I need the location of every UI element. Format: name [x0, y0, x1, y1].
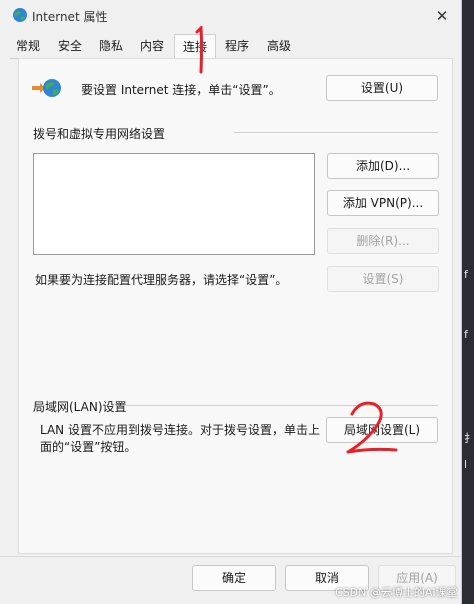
lan-description-line1: LAN 设置不应用到拨号连接。对于拨号设置，单击上 — [40, 423, 320, 437]
close-button[interactable]: ✕ — [430, 5, 454, 27]
annotation-mark-2 — [346, 401, 398, 454]
ok-button[interactable]: 确定 — [192, 565, 276, 591]
setup-instruction: 要设置 Internet 连接，单击“设置”。 — [81, 83, 281, 97]
globe-network-icon — [32, 79, 61, 97]
dialup-vpn-heading: 拨号和虚拟专用网络设置 — [33, 127, 166, 141]
internet-globe-icon — [13, 8, 27, 22]
background-window-strip — [462, 0, 474, 604]
internet-properties-dialog: Internet 属性 ✕ 常规 安全 隐私 内容 连接 程序 高级 要设置 I… — [0, 0, 462, 604]
tab-security[interactable]: 安全 — [51, 36, 89, 56]
background-char: l — [464, 458, 468, 471]
remove-connection-button[interactable]: 删除(R)... — [327, 228, 439, 254]
tab-content[interactable]: 内容 — [133, 36, 171, 56]
dialup-group-divider — [234, 132, 438, 133]
lan-heading: 局域网(LAN)设置 — [33, 400, 127, 414]
background-char: f — [464, 268, 468, 281]
window-title: Internet 属性 — [32, 10, 108, 24]
background-char: 扌 — [464, 432, 474, 445]
tab-privacy[interactable]: 隐私 — [92, 36, 130, 56]
footer-divider — [0, 556, 461, 557]
watermark-text: CSDN @云博士的AI课堂 — [335, 586, 458, 599]
title-bar: Internet 属性 ✕ — [0, 0, 461, 32]
add-vpn-button[interactable]: 添加 VPN(P)... — [327, 190, 439, 216]
tab-general[interactable]: 常规 — [10, 36, 46, 56]
annotation-mark-1 — [195, 26, 203, 74]
lan-description-line2: 面的“设置”按钮。 — [40, 440, 137, 454]
connections-listbox[interactable] — [33, 153, 315, 255]
proxy-hint-text: 如果要为连接配置代理服务器，请选择“设置”。 — [35, 273, 288, 287]
setup-button[interactable]: 设置(U) — [326, 75, 438, 101]
tab-advanced[interactable]: 高级 — [259, 36, 299, 56]
add-connection-button[interactable]: 添加(D)... — [327, 153, 439, 179]
background-char: f — [464, 328, 468, 341]
connection-settings-button[interactable]: 设置(S) — [327, 266, 439, 292]
tab-programs[interactable]: 程序 — [217, 36, 257, 56]
